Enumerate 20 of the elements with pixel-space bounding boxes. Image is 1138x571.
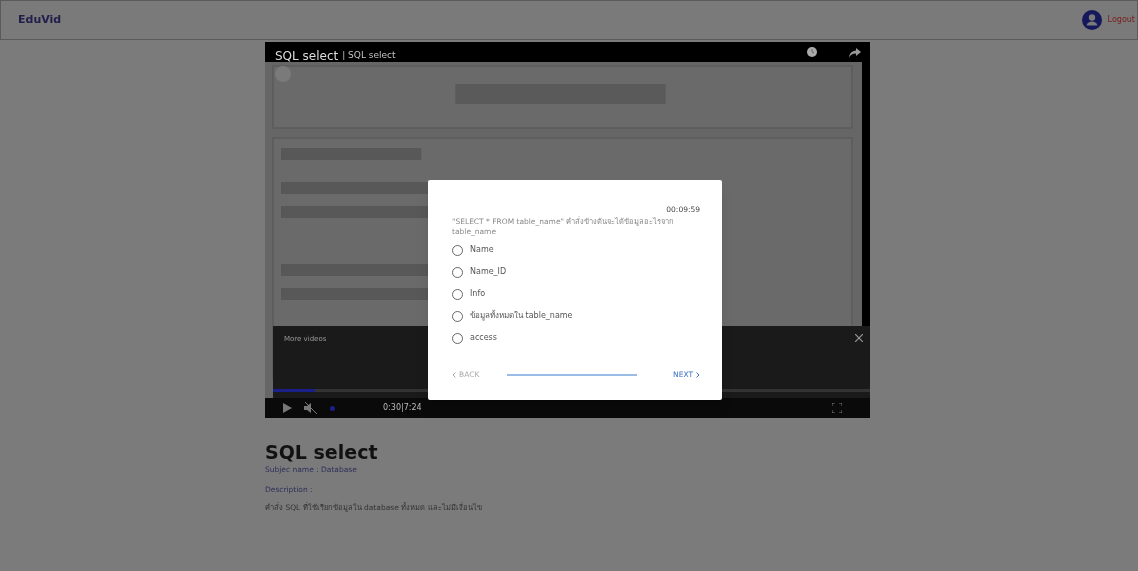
answer-option[interactable]: access [452, 331, 698, 346]
brand-logo[interactable]: EduVid [18, 11, 62, 29]
clock-icon[interactable] [807, 47, 817, 57]
video-subtitle: | SQL select [342, 49, 396, 63]
volume-slider-icon[interactable] [330, 405, 335, 411]
video-title[interactable]: SQL select [275, 47, 339, 65]
answer-option[interactable]: ข้อมูลทั้งหมดใน table_name [452, 309, 698, 324]
answer-option[interactable]: Name [452, 243, 698, 258]
video-time: 0:30|7:24 [383, 402, 422, 414]
answer-option[interactable]: Info [452, 287, 698, 302]
close-icon[interactable] [855, 334, 863, 342]
play-icon[interactable] [283, 403, 292, 413]
user-avatar-icon[interactable] [1081, 10, 1102, 30]
share-icon[interactable] [849, 48, 861, 58]
answer-option[interactable]: Name_ID [452, 265, 698, 280]
fullscreen-icon[interactable] [832, 403, 842, 413]
video-heading: SQL select [265, 440, 379, 464]
chevron-left-icon [452, 371, 456, 378]
chevron-right-icon [696, 371, 700, 378]
muted-speaker-icon[interactable] [304, 402, 318, 414]
